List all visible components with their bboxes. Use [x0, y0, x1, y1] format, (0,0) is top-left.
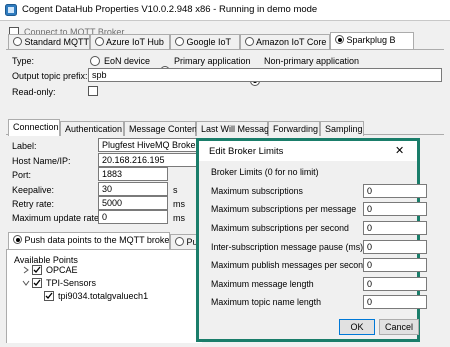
- max-publish-per-second-input[interactable]: 0: [363, 258, 427, 272]
- retry-unit: ms: [173, 199, 185, 209]
- radio-icon: [13, 235, 22, 244]
- tab-push-data[interactable]: Push data points to the MQTT broker: [8, 232, 172, 249]
- checkmark-icon: [45, 292, 53, 299]
- retry-field[interactable]: 5000: [98, 196, 168, 210]
- window-titlebar[interactable]: Cogent DataHub Properties V10.0.2.948 x8…: [0, 0, 450, 20]
- type-eon-label: EoN device: [104, 56, 151, 66]
- expand-icon[interactable]: [22, 266, 30, 274]
- checkmark-icon: [33, 266, 41, 273]
- radio-icon: [175, 237, 184, 246]
- host-field[interactable]: 20.168.216.195: [98, 153, 198, 167]
- max-subs-per-message-input[interactable]: 0: [363, 202, 427, 216]
- radio-icon: [13, 37, 22, 46]
- radio-icon: [245, 37, 254, 46]
- tab-authentication[interactable]: Authentication: [60, 121, 124, 136]
- label-field-label: Label:: [12, 141, 37, 151]
- dialog-titlebar[interactable]: Edit Broker Limits ✕: [199, 141, 417, 161]
- type-eon-radio[interactable]: [90, 56, 100, 66]
- retry-label: Retry rate:: [12, 199, 55, 209]
- max-subscriptions-label: Maximum subscriptions: [211, 186, 303, 196]
- point-opcae-checkbox[interactable]: [32, 265, 42, 275]
- type-primary-label: Primary application: [174, 56, 251, 66]
- limits-section-label: Broker Limits (0 for no limit): [211, 167, 319, 177]
- type-label: Type:: [12, 56, 35, 66]
- port-label: Port:: [12, 170, 32, 180]
- keepalive-field[interactable]: 30: [98, 182, 168, 196]
- collapse-icon[interactable]: [22, 279, 30, 287]
- max-subscriptions-input[interactable]: 0: [363, 184, 427, 198]
- keepalive-unit: s: [173, 185, 178, 195]
- max-publish-per-second-label: Maximum publish messages per second: [211, 260, 368, 270]
- point-tpi9034-checkbox[interactable]: [44, 291, 54, 301]
- maxrate-label: Maximum update rate:: [12, 213, 102, 223]
- inter-subscription-pause-input[interactable]: 0: [363, 240, 427, 254]
- available-points-header: Available Points: [14, 255, 78, 265]
- max-subs-per-second-label: Maximum subscriptions per second: [211, 223, 349, 233]
- window-title: Cogent DataHub Properties V10.0.2.948 x8…: [22, 4, 318, 15]
- output-prefix-label: Output topic prefix:: [12, 71, 88, 81]
- datahub-app-icon: [5, 4, 17, 16]
- broker-type-standard-mqtt[interactable]: Standard MQTT: [8, 34, 90, 49]
- inter-subscription-pause-label: Inter-subscription message pause (ms): [211, 242, 364, 252]
- tab-message-content[interactable]: Message Content: [124, 121, 200, 136]
- tab-connection[interactable]: Connection: [8, 119, 60, 136]
- host-label: Host Name/IP:: [12, 156, 71, 166]
- maxrate-field[interactable]: 0: [98, 210, 168, 224]
- ok-button[interactable]: OK: [339, 319, 375, 335]
- maxrate-unit: ms: [173, 213, 185, 223]
- checkmark-icon: [33, 279, 41, 286]
- tab-last-will-message[interactable]: Last Will Message: [196, 121, 274, 136]
- max-subs-per-second-input[interactable]: 0: [363, 221, 427, 235]
- point-opcae-label: OPCAE: [46, 265, 78, 275]
- max-topic-name-length-label: Maximum topic name length: [211, 297, 322, 307]
- close-icon[interactable]: ✕: [395, 144, 404, 157]
- radio-icon: [175, 37, 184, 46]
- max-message-length-label: Maximum message length: [211, 279, 314, 289]
- point-tpi9034-label: tpi9034.totalgvaluech1: [58, 291, 149, 301]
- readonly-label: Read-only:: [12, 87, 56, 97]
- dialog-title: Edit Broker Limits: [209, 146, 284, 157]
- tab-pull-data[interactable]: Pu: [170, 234, 198, 249]
- broker-type-google[interactable]: Google IoT: [170, 34, 240, 49]
- point-tpi-sensors-label: TPI-Sensors: [46, 278, 97, 288]
- edit-broker-limits-dialog: Edit Broker Limits ✕ Broker Limits (0 fo…: [196, 138, 427, 342]
- readonly-checkbox[interactable]: [88, 86, 98, 96]
- cancel-button[interactable]: Cancel: [379, 319, 419, 335]
- radio-icon: [335, 35, 344, 44]
- broker-type-sparkplug[interactable]: Sparkplug B: [330, 32, 414, 49]
- point-tpi-sensors-checkbox[interactable]: [32, 278, 42, 288]
- max-topic-name-length-input[interactable]: 0: [363, 295, 427, 309]
- max-message-length-input[interactable]: 0: [363, 277, 427, 291]
- port-field[interactable]: 1883: [98, 167, 168, 181]
- radio-icon: [95, 37, 104, 46]
- broker-type-amazon[interactable]: Amazon IoT Core: [240, 34, 330, 49]
- broker-tabstrip-line: [6, 49, 444, 50]
- keepalive-label: Keepalive:: [12, 185, 55, 195]
- dialog-body: Broker Limits (0 for no limit) Maximum s…: [199, 161, 427, 339]
- broker-type-azure[interactable]: Azure IoT Hub: [90, 34, 170, 49]
- tab-sampling[interactable]: Sampling: [320, 121, 364, 136]
- max-subs-per-message-label: Maximum subscriptions per message: [211, 204, 357, 214]
- label-field[interactable]: Plugfest HiveMQ Broker: [98, 138, 198, 152]
- type-nonprimary-label: Non-primary application: [264, 56, 360, 66]
- output-prefix-input[interactable]: spb: [88, 68, 442, 82]
- tab-forwarding[interactable]: Forwarding: [268, 121, 320, 136]
